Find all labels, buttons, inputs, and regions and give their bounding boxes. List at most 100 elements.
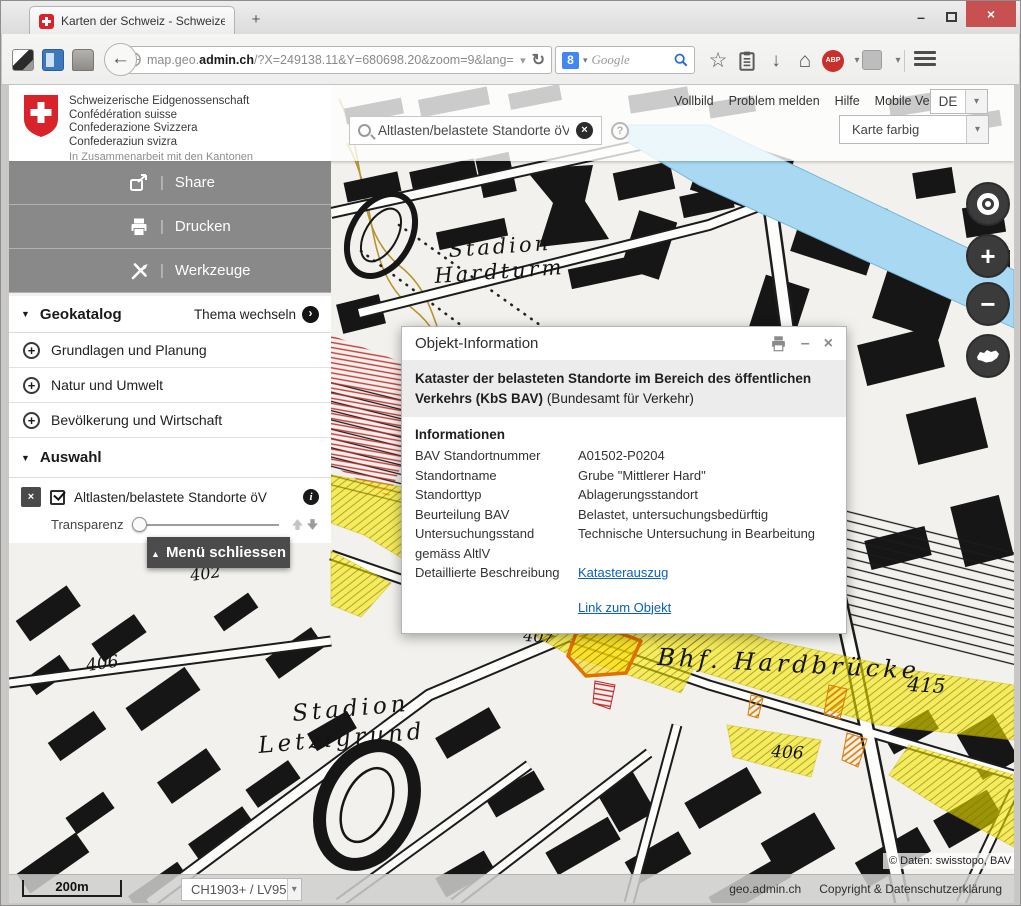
- layer-visibility-checkbox[interactable]: [50, 490, 65, 505]
- auswahl-label: Auswahl: [40, 449, 102, 466]
- tools-label: Werkzeuge: [175, 262, 251, 279]
- close-menu-button[interactable]: ▲Menü schliessen: [147, 537, 290, 568]
- info-row: StandorttypAblagerungsstandort: [415, 485, 833, 505]
- category-grundlagen[interactable]: + Grundlagen und Planung: [9, 333, 331, 368]
- collapse-triangle-icon: ▼: [21, 453, 30, 463]
- print-button[interactable]: | Drucken: [9, 205, 331, 249]
- toolbar-separator: [904, 50, 905, 72]
- url-bar[interactable]: map.geo.admin.ch/?X=249138.11&Y=680698.2…: [122, 46, 552, 74]
- extension-icon[interactable]: [862, 50, 882, 70]
- window-close-button[interactable]: ×: [966, 1, 1016, 27]
- category-natur[interactable]: + Natur und Umwelt: [9, 368, 331, 403]
- expand-plus-icon: +: [23, 412, 40, 429]
- popup-title: Objekt-Information: [415, 335, 756, 352]
- zoom-in-button[interactable]: +: [966, 234, 1010, 278]
- share-button[interactable]: | Share: [9, 161, 331, 205]
- layer-name: Altlasten/belastete Standorte öV: [74, 490, 294, 505]
- navigation-toolbar: ← map.geo.admin.ch/?X=249138.11&Y=680698…: [2, 34, 1019, 85]
- theme-switch-link[interactable]: Thema wechseln ›: [194, 306, 319, 323]
- layer-move-down-icon[interactable]: [306, 518, 319, 531]
- reload-icon[interactable]: ↻: [532, 50, 545, 70]
- swiss-shield-icon: [22, 94, 60, 138]
- info-row: Detaillierte BeschreibungKatasterauszug: [415, 563, 833, 583]
- google-engine-icon[interactable]: 8: [562, 52, 579, 69]
- chevron-right-icon: ›: [302, 306, 319, 323]
- search-clear-button[interactable]: ×: [576, 122, 593, 139]
- adblock-icon[interactable]: ABP: [822, 50, 844, 72]
- info-row: Untersuchungsstand gemäss AltlVTechnisch…: [415, 524, 833, 563]
- window-minimize-button[interactable]: –: [908, 9, 934, 27]
- archive-addon-icon[interactable]: [72, 49, 94, 71]
- map-application: Stadion Hardturm Bhf. Hardbrücke Stadion…: [9, 85, 1014, 903]
- layer-move-up-icon[interactable]: [291, 518, 304, 531]
- category-bevoelkerung[interactable]: + Bevölkerung und Wirtschaft: [9, 403, 331, 438]
- link-hilfe[interactable]: Hilfe: [835, 94, 860, 108]
- header-links: Vollbild Problem melden Hilfe Mobile Ver…: [674, 94, 957, 108]
- menu-hamburger-icon[interactable]: [914, 51, 936, 70]
- popup-close-icon[interactable]: ×: [824, 335, 833, 353]
- info-row: StandortnameGrube "Mittlerer Hard": [415, 466, 833, 486]
- geokatalog-section[interactable]: ▼ Geokatalog Thema wechseln ›: [9, 296, 331, 333]
- search-help-icon[interactable]: ?: [611, 122, 629, 140]
- zoom-out-button[interactable]: −: [966, 282, 1010, 326]
- tools-button[interactable]: | Werkzeuge: [9, 249, 331, 293]
- back-button[interactable]: ←: [104, 43, 137, 76]
- popup-layer-heading: Kataster der belasteten Standorte im Ber…: [402, 360, 846, 417]
- share-label: Share: [175, 174, 215, 191]
- link-zum-objekt[interactable]: Link zum Objekt: [578, 600, 671, 615]
- copyright-link[interactable]: Copyright & Datenschutzerklärung: [819, 882, 1002, 896]
- tab-title: Karten der Schweiz - Schweize...: [61, 14, 225, 28]
- new-tab-button[interactable]: +: [244, 9, 268, 31]
- projection-select[interactable]: CH1903+ / LV95 ▾: [181, 878, 302, 901]
- transparency-slider[interactable]: [134, 524, 280, 526]
- sidebar-tools: | Share | Drucken | Werkzeuge: [9, 161, 331, 293]
- browser-window: Karten der Schweiz - Schweize... + – × ←…: [0, 0, 1021, 906]
- home-icon[interactable]: ⌂: [793, 50, 817, 72]
- bookmark-star-icon[interactable]: ☆: [706, 50, 730, 72]
- slider-handle[interactable]: [132, 517, 147, 532]
- footer-links: geo.admin.ch Copyright & Datenschutzerkl…: [729, 882, 1002, 896]
- geolocate-button[interactable]: [966, 182, 1010, 226]
- sidebar-addon-icon[interactable]: [42, 49, 64, 71]
- print-label: Drucken: [175, 218, 231, 235]
- url-text: map.geo.admin.ch/?X=249138.11&Y=680698.2…: [147, 53, 514, 67]
- map-attribution[interactable]: © Daten: swisstopo, BAV: [883, 853, 1014, 869]
- bookmarks-panel-icon[interactable]: [735, 50, 759, 72]
- link-problem-melden[interactable]: Problem melden: [729, 94, 820, 108]
- engine-caret-icon[interactable]: ▾: [583, 55, 588, 66]
- geoadmin-link[interactable]: geo.admin.ch: [729, 882, 801, 896]
- window-maximize-button[interactable]: [938, 9, 964, 27]
- popup-body: Informationen BAV StandortnummerA01502-P…: [402, 417, 846, 633]
- layer-remove-button[interactable]: ×: [21, 487, 41, 507]
- katasterauszug-link[interactable]: Katasterauszug: [578, 565, 668, 580]
- object-information-popup: Objekt-Information – × Kataster der bela…: [401, 326, 847, 634]
- map-search-input[interactable]: Altlasten/belastete Standorte öV ×: [349, 116, 602, 145]
- triangle-up-icon: ▲: [151, 549, 160, 559]
- auswahl-section[interactable]: ▼ Auswahl: [9, 438, 331, 478]
- extension-caret-icon[interactable]: ▾: [886, 50, 910, 72]
- search-icon: [358, 124, 371, 137]
- expand-plus-icon: +: [23, 377, 40, 394]
- popup-minimize-icon[interactable]: –: [801, 335, 810, 353]
- web-search-go-icon[interactable]: [674, 53, 688, 67]
- popup-header[interactable]: Objekt-Information – ×: [402, 327, 846, 360]
- default-extent-button[interactable]: [966, 334, 1010, 378]
- link-vollbild[interactable]: Vollbild: [674, 94, 714, 108]
- share-icon: [129, 173, 149, 193]
- screenshot-addon-icon[interactable]: [12, 49, 34, 71]
- language-select[interactable]: DE ▾: [930, 89, 988, 114]
- map-style-select[interactable]: Karte farbig ▾: [839, 115, 989, 144]
- web-search-placeholder: Google: [592, 52, 670, 68]
- informationen-heading: Informationen: [415, 427, 833, 442]
- title-bar: Karten der Schweiz - Schweize... + – ×: [1, 1, 1020, 34]
- downloads-icon[interactable]: ↓: [764, 50, 788, 72]
- map-elevation-415: 415: [906, 672, 946, 698]
- footer-bar: 200m CH1903+ / LV95 ▾ geo.admin.ch Copyr…: [9, 874, 1014, 903]
- browser-tab[interactable]: Karten der Schweiz - Schweize...: [29, 6, 235, 35]
- collapse-triangle-icon: ▼: [21, 309, 30, 319]
- url-dropdown-icon[interactable]: ▾: [514, 54, 532, 67]
- tools-icon: [129, 261, 149, 281]
- layer-info-icon[interactable]: i: [303, 489, 319, 505]
- web-search-box[interactable]: 8 ▾ Google: [555, 46, 695, 74]
- popup-print-icon[interactable]: [770, 335, 787, 352]
